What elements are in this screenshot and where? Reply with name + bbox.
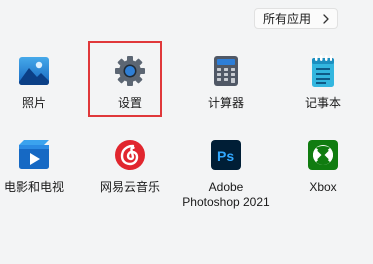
app-label: 电影和电视 xyxy=(3,180,64,194)
app-label: Adobe Photoshop 2021 xyxy=(182,180,269,210)
app-label: 网易云音乐 xyxy=(99,180,160,194)
app-label: 计算器 xyxy=(207,96,244,110)
app-label-line1: Adobe xyxy=(208,180,244,194)
app-label-line2: Photoshop 2021 xyxy=(182,195,270,209)
movies-tv-icon xyxy=(17,138,51,172)
app-tile-calculator[interactable]: 计算器 xyxy=(181,54,271,111)
photos-icon xyxy=(17,54,51,88)
calculator-icon xyxy=(209,54,243,88)
app-label: Xbox xyxy=(309,180,337,194)
photoshop-icon: Ps xyxy=(209,138,243,172)
highlight-box xyxy=(88,41,162,117)
app-tile-photos[interactable]: 照片 xyxy=(0,54,79,111)
app-tile-movies-tv[interactable]: 电影和电视 xyxy=(0,138,79,195)
xbox-icon xyxy=(306,138,340,172)
chevron-right-icon xyxy=(323,14,329,24)
netease-music-icon xyxy=(113,138,147,172)
notepad-icon xyxy=(306,54,340,88)
app-label: 照片 xyxy=(21,96,46,110)
app-tile-notepad[interactable]: 记事本 xyxy=(278,54,368,111)
app-tile-netease-music[interactable]: 网易云音乐 xyxy=(85,138,175,195)
all-apps-button[interactable]: 所有应用 xyxy=(254,8,338,29)
app-tile-photoshop[interactable]: Ps Adobe Photoshop 2021 xyxy=(181,138,271,210)
app-tile-xbox[interactable]: Xbox xyxy=(278,138,368,195)
svg-text:Ps: Ps xyxy=(217,148,234,164)
app-label: 记事本 xyxy=(304,96,341,110)
all-apps-label: 所有应用 xyxy=(263,12,312,26)
